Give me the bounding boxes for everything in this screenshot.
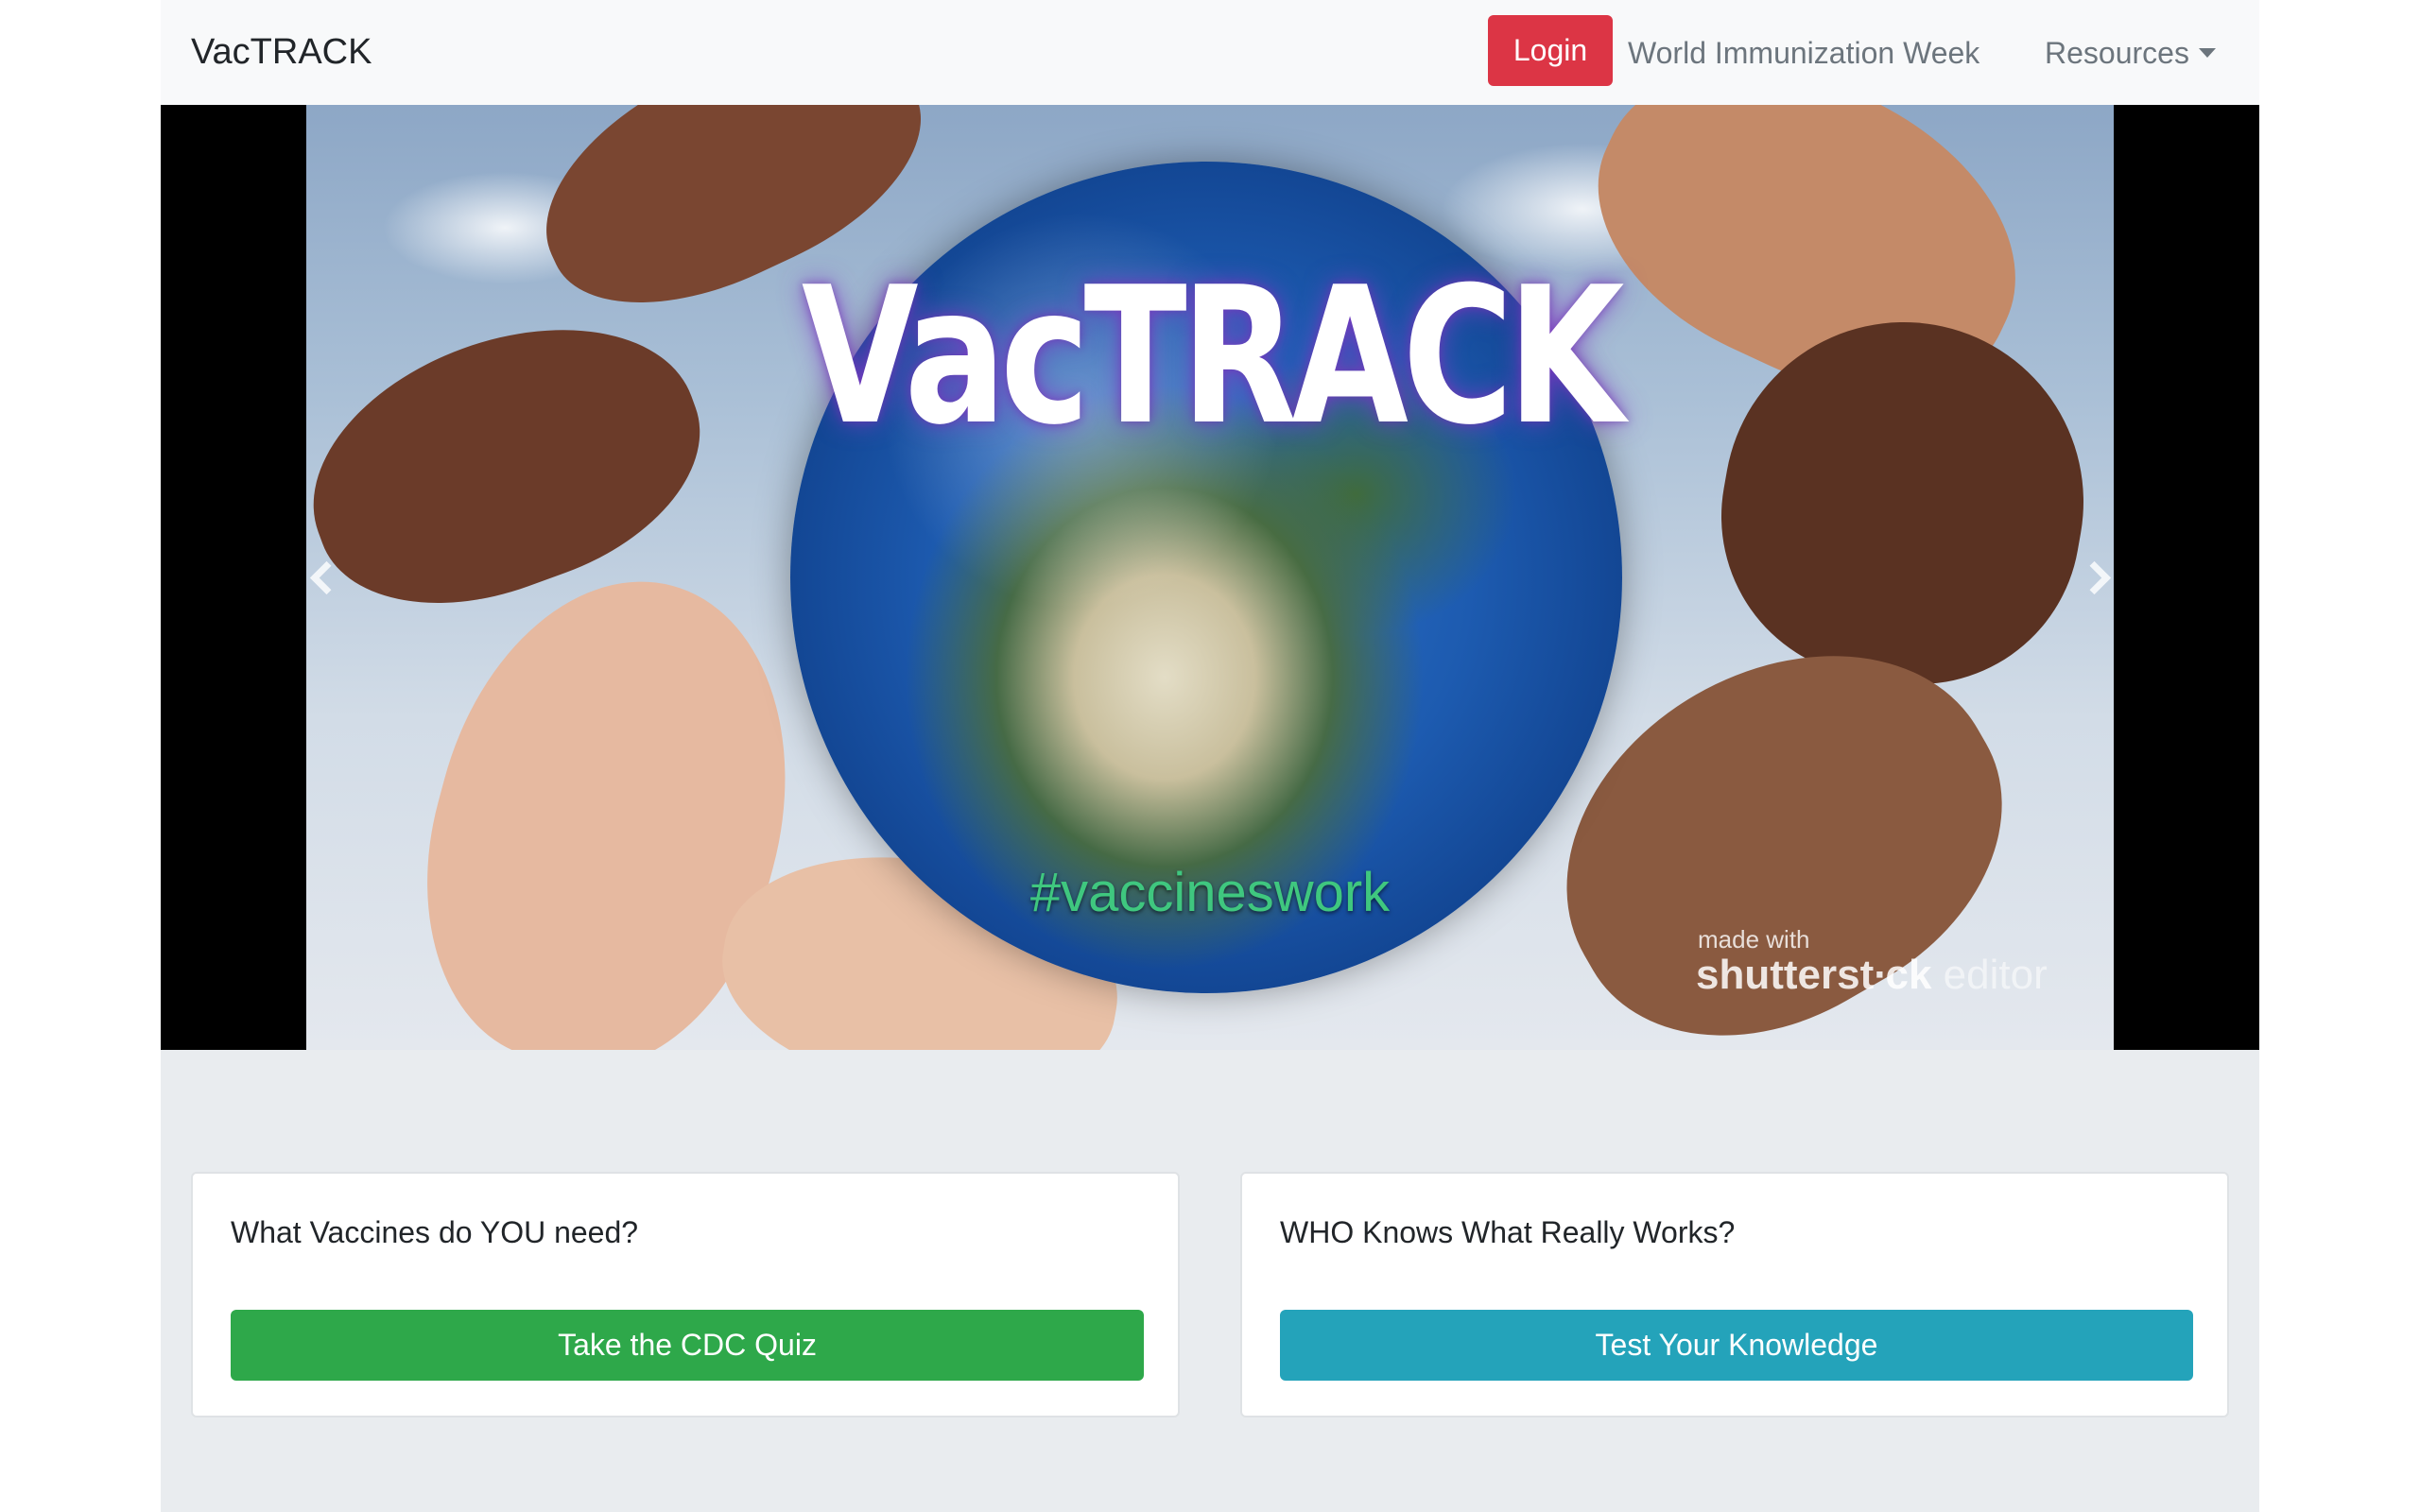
carousel-prev-button[interactable] [302, 549, 343, 606]
navbar-brand[interactable]: VacTRACK [191, 28, 372, 76]
page: VacTRACK Login World Immunization Week R… [161, 0, 2259, 1512]
watermark-brand: shutterst∙ck editor [1696, 952, 2048, 999]
carousel-next-button[interactable] [2077, 549, 2118, 606]
card-text: WHO Knows What Really Works? [1280, 1215, 1736, 1249]
hero-carousel: VacTRACK #vaccineswork made with shutter… [161, 105, 2259, 1050]
nav-link-world-immunization-week[interactable]: World Immunization Week [1628, 30, 1979, 76]
chevron-left-icon [309, 560, 343, 594]
hero-title: VacTRACK [801, 247, 1625, 467]
chevron-right-icon [2077, 560, 2111, 594]
take-cdc-quiz-button[interactable]: Take the CDC Quiz [231, 1310, 1144, 1381]
nav-dropdown-resources-label: Resources [2045, 36, 2189, 70]
carousel-slide-image: VacTRACK #vaccineswork made with shutter… [306, 105, 2114, 1050]
navbar: VacTRACK Login World Immunization Week R… [161, 0, 2259, 105]
card-knowledge-test: WHO Knows What Really Works? Test Your K… [1240, 1172, 2229, 1418]
hero-hashtag: #vaccineswork [1029, 862, 1391, 923]
login-button[interactable]: Login [1488, 15, 1613, 86]
card-text: What Vaccines do YOU need? [231, 1215, 639, 1249]
watermark-editor: editor [1943, 952, 2048, 998]
watermark-brand-name: shutterst∙ck [1696, 952, 1932, 998]
watermark-made-with: made with [1698, 925, 1810, 954]
card-vaccines-quiz: What Vaccines do YOU need? Take the CDC … [191, 1172, 1180, 1418]
test-your-knowledge-button[interactable]: Test Your Knowledge [1280, 1310, 2193, 1381]
nav-dropdown-resources[interactable]: Resources [2045, 30, 2216, 76]
caret-down-icon [2198, 48, 2216, 58]
